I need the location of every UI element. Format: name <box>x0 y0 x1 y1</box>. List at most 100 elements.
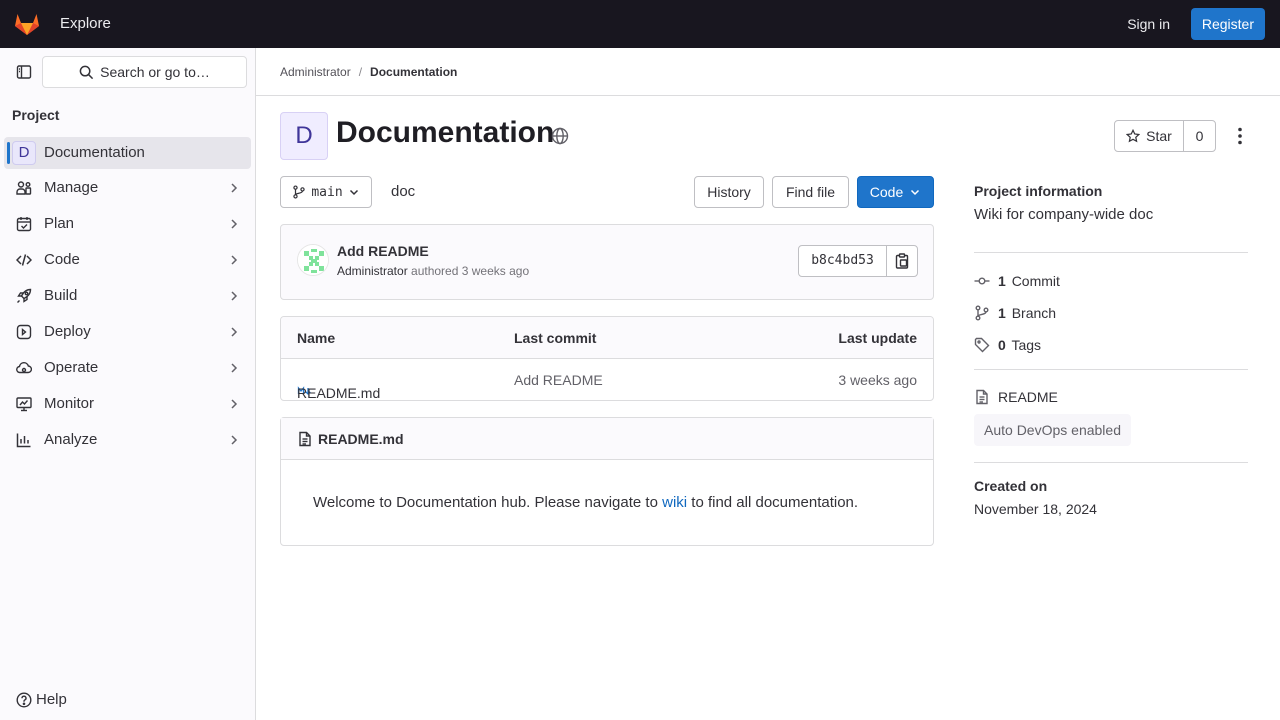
repo-path[interactable]: doc <box>391 183 415 200</box>
breadcrumb-current[interactable]: Documentation <box>370 65 457 79</box>
sidebar-item-label: Plan <box>44 215 75 232</box>
sidebar-section-title: Project <box>12 107 60 123</box>
file-icon <box>297 431 313 447</box>
clipboard-icon <box>894 253 910 269</box>
table-header: Name Last commit Last update <box>281 317 933 359</box>
commit-time: authored 3 weeks ago <box>411 264 530 278</box>
divider <box>974 252 1248 253</box>
created-on-date: November 18, 2024 <box>974 501 1097 517</box>
chevron-right-icon <box>227 217 241 231</box>
branch-selector[interactable]: main <box>280 176 372 208</box>
tags-link[interactable]: 0 Tags <box>974 335 1041 355</box>
sidebar-item-plan[interactable]: Plan <box>4 208 251 240</box>
created-on-label: Created on <box>974 478 1048 494</box>
breadcrumb: Administrator / Documentation <box>256 48 1280 96</box>
tag-icon <box>974 337 990 353</box>
sidebar-item-code[interactable]: Code <box>4 244 251 276</box>
star-icon <box>1126 129 1141 143</box>
project-avatar: D <box>280 112 328 160</box>
file-name: README.md <box>297 385 381 401</box>
branches-label: Branch <box>1011 305 1057 321</box>
sidebar-item-label: Analyze <box>44 431 98 448</box>
sidebar-item-label: Operate <box>44 359 99 376</box>
star-count[interactable]: 0 <box>1183 120 1216 152</box>
sidebar-item-label: Build <box>44 287 78 304</box>
sidebar-item-operate[interactable]: Operate <box>4 352 251 384</box>
branches-link[interactable]: 1 Branch <box>974 303 1056 323</box>
sidebar-item-label: Deploy <box>44 323 91 340</box>
sidebar-item-deploy[interactable]: Deploy <box>4 316 251 348</box>
rocket-icon <box>16 288 32 304</box>
branches-count: 1 <box>998 305 1006 321</box>
column-header-last-update: Last update <box>838 330 917 346</box>
star-button[interactable]: Star <box>1114 120 1184 152</box>
commit-sha-button[interactable]: b8c4bd53 <box>798 245 887 277</box>
project-avatar: D <box>12 141 36 165</box>
copy-sha-button[interactable] <box>886 245 918 277</box>
search-button[interactable]: Search or go to… <box>42 56 247 88</box>
chevron-down-icon <box>909 186 921 198</box>
cloud-icon <box>16 360 32 376</box>
commit-author-link[interactable]: Administrator <box>337 264 408 278</box>
commit-meta: Administrator authored 3 weeks ago <box>337 264 529 278</box>
project-description: Wiki for company-wide doc <box>974 206 1154 223</box>
gitlab-logo-icon[interactable] <box>14 12 40 36</box>
register-button[interactable]: Register <box>1190 8 1265 40</box>
code-button-label: Code <box>869 184 904 200</box>
file-last-update: 3 weeks ago <box>838 372 917 388</box>
readme-link-label: README <box>998 389 1058 405</box>
readme-header: README.md <box>281 418 933 460</box>
page-title: Documentation <box>336 116 555 149</box>
branch-icon <box>974 305 990 321</box>
code-icon <box>16 252 32 268</box>
readme-filename[interactable]: README.md <box>318 431 404 447</box>
avatar[interactable] <box>297 244 329 276</box>
help-button[interactable]: Help <box>16 691 67 708</box>
search-placeholder: Search or go to… <box>100 64 210 80</box>
explore-link[interactable]: Explore <box>60 15 111 32</box>
wiki-link[interactable]: wiki <box>662 494 687 511</box>
sidebar: Search or go to… Project D Documentation… <box>0 48 256 720</box>
code-dropdown-button[interactable]: Code <box>857 176 934 208</box>
breadcrumb-parent[interactable]: Administrator <box>280 65 351 79</box>
column-header-name: Name <box>297 330 336 346</box>
users-icon <box>16 180 32 196</box>
monitor-icon <box>16 396 32 412</box>
chevron-down-icon <box>348 186 360 198</box>
history-button[interactable]: History <box>694 176 764 208</box>
commit-icon <box>974 273 990 289</box>
find-file-button[interactable]: Find file <box>772 176 849 208</box>
readme-text: to find all documentation. <box>687 494 859 511</box>
sidebar-toggle-icon[interactable] <box>10 60 38 84</box>
table-row[interactable]: README.md Add README 3 weeks ago <box>281 359 933 401</box>
readme-content: Welcome to Documentation hub. Please nav… <box>313 494 858 511</box>
auto-devops-badge[interactable]: Auto DevOps enabled <box>974 414 1131 446</box>
sidebar-item-monitor[interactable]: Monitor <box>4 388 251 420</box>
commits-link[interactable]: 1 Commit <box>974 271 1060 291</box>
divider <box>974 369 1248 370</box>
chart-icon <box>16 432 32 448</box>
sidebar-item-build[interactable]: Build <box>4 280 251 312</box>
sidebar-item-documentation[interactable]: D Documentation <box>4 137 251 169</box>
sign-in-link[interactable]: Sign in <box>1127 16 1170 32</box>
chevron-right-icon <box>227 397 241 411</box>
sidebar-item-label: Monitor <box>44 395 95 412</box>
tags-count: 0 <box>998 337 1006 353</box>
sidebar-item-analyze[interactable]: Analyze <box>4 424 251 456</box>
column-header-last-commit: Last commit <box>514 330 597 346</box>
file-icon <box>974 389 990 405</box>
help-label: Help <box>36 691 67 708</box>
file-table: Name Last commit Last update README.md A… <box>280 316 934 401</box>
branch-name: main <box>311 184 343 200</box>
chevron-right-icon <box>227 433 241 447</box>
branch-icon <box>292 185 306 199</box>
readme-link[interactable]: README <box>974 389 1058 405</box>
commit-title-link[interactable]: Add README <box>337 243 429 259</box>
more-actions-icon[interactable] <box>1230 126 1250 146</box>
sidebar-item-manage[interactable]: Manage <box>4 172 251 204</box>
calendar-icon <box>16 216 32 232</box>
readme-panel: README.md Welcome to Documentation hub. … <box>280 417 934 546</box>
star-label: Star <box>1146 128 1172 144</box>
file-last-commit-link[interactable]: Add README <box>514 372 603 388</box>
sidebar-item-label: Code <box>44 251 80 268</box>
